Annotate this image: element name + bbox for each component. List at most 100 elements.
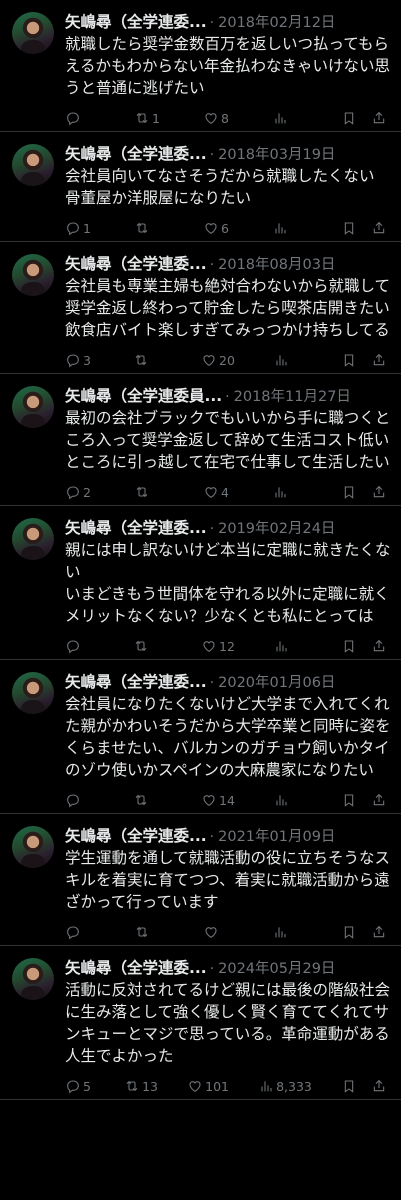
tweet-date[interactable]: 2018年02月12日: [218, 11, 335, 32]
like-button[interactable]: [203, 924, 233, 940]
tweet[interactable]: 矢嶋尋（全学連委... · 2020年01月06日 会社員になりたくないけど大学…: [0, 660, 401, 814]
avatar[interactable]: [12, 144, 54, 186]
bookmark-icon: [344, 112, 354, 125]
tweet-date[interactable]: 2020年01月06日: [218, 671, 335, 692]
action-bar: 5 13 101 8,333: [65, 1073, 391, 1099]
like-button[interactable]: 14: [201, 792, 235, 808]
like-button[interactable]: 20: [201, 352, 235, 368]
reply-count: 5: [83, 1078, 91, 1094]
share-button[interactable]: [371, 352, 387, 368]
retweet-button[interactable]: 1: [134, 110, 164, 126]
display-name[interactable]: 矢嶋尋（全学連委...: [65, 516, 207, 538]
display-name[interactable]: 矢嶋尋（全学連委...: [65, 252, 207, 274]
share-button[interactable]: [371, 638, 387, 654]
tweet-date[interactable]: 2018年11月27日: [234, 385, 351, 406]
tweet[interactable]: 矢嶋尋（全学連委... · 2018年03月19日 会社員向いてなさそうだから就…: [0, 132, 401, 242]
retweet-button[interactable]: [133, 638, 163, 654]
tweet[interactable]: 矢嶋尋（全学連委員... · 2018年11月27日 最初の会社ブラックでもいい…: [0, 374, 401, 506]
tweet[interactable]: 矢嶋尋（全学連委... · 2024年05月29日 活動に反対されてるけど親には…: [0, 946, 401, 1100]
bookmark-button[interactable]: [341, 638, 357, 654]
tweet-date[interactable]: 2018年08月03日: [218, 253, 335, 274]
avatar[interactable]: [12, 672, 54, 714]
bookmark-button[interactable]: [341, 924, 357, 940]
share-button[interactable]: [371, 220, 387, 236]
views-button[interactable]: [272, 924, 302, 940]
views-button[interactable]: [273, 792, 303, 808]
bookmark-icon: [344, 1080, 354, 1093]
bookmark-button[interactable]: [341, 792, 357, 808]
reply-button[interactable]: 3: [65, 352, 95, 368]
like-button[interactable]: 6: [203, 220, 233, 236]
retweet-button[interactable]: [134, 924, 164, 940]
avatar[interactable]: [12, 518, 54, 560]
tweet-header: 矢嶋尋（全学連委... · 2018年03月19日: [65, 142, 391, 164]
reply-button[interactable]: [65, 110, 95, 126]
reply-button[interactable]: 5: [65, 1078, 95, 1094]
reply-button[interactable]: [65, 638, 95, 654]
display-name[interactable]: 矢嶋尋（全学連委...: [65, 956, 207, 978]
retweet-button[interactable]: [133, 352, 163, 368]
heart-icon: [205, 223, 217, 234]
share-icon: [373, 111, 385, 124]
views-button[interactable]: [273, 352, 303, 368]
display-name[interactable]: 矢嶋尋（全学連委...: [65, 670, 207, 692]
like-button[interactable]: 8: [203, 110, 233, 126]
views-icon: [276, 795, 287, 806]
share-button[interactable]: [371, 484, 387, 500]
avatar[interactable]: [12, 386, 54, 428]
like-count: 8: [221, 110, 229, 126]
reply-button[interactable]: 2: [65, 484, 95, 500]
views-icon: [276, 641, 287, 652]
retweet-icon: [135, 354, 147, 366]
display-name[interactable]: 矢嶋尋（全学連委員...: [65, 384, 222, 406]
tweet[interactable]: 矢嶋尋（全学連委... · 2018年02月12日 就職したら奨学金数百万を返し…: [0, 0, 401, 132]
retweet-button[interactable]: [134, 220, 164, 236]
retweet-button[interactable]: 13: [124, 1078, 158, 1094]
share-button[interactable]: [371, 792, 387, 808]
tweet-date[interactable]: 2024年05月29日: [218, 957, 335, 978]
tweet-text: 最初の会社ブラックでもいいから手に職つくところ入って奨学金返して辞めて生活コスト…: [65, 409, 391, 471]
avatar[interactable]: [12, 12, 54, 54]
bookmark-button[interactable]: [341, 220, 357, 236]
views-button[interactable]: [272, 220, 302, 236]
heart-icon: [189, 1081, 201, 1092]
tweet-date[interactable]: 2018年03月19日: [218, 143, 335, 164]
like-button[interactable]: 101: [187, 1078, 229, 1094]
reply-button[interactable]: [65, 924, 95, 940]
like-button[interactable]: 4: [203, 484, 233, 500]
bookmark-button[interactable]: [341, 484, 357, 500]
display-name[interactable]: 矢嶋尋（全学連委...: [65, 142, 207, 164]
views-icon: [276, 355, 287, 366]
tweet[interactable]: 矢嶋尋（全学連委... · 2021年01月09日 学生運動を通して就職活動の役…: [0, 814, 401, 946]
views-button[interactable]: [273, 638, 303, 654]
display-name[interactable]: 矢嶋尋（全学連委...: [65, 10, 207, 32]
share-icon: [373, 793, 385, 806]
bookmark-button[interactable]: [341, 110, 357, 126]
tweet-header: 矢嶋尋（全学連委... · 2021年01月09日: [65, 824, 391, 846]
views-count: 8,333: [276, 1078, 312, 1094]
avatar[interactable]: [12, 826, 54, 868]
avatar[interactable]: [12, 958, 54, 1000]
reply-icon: [67, 1080, 79, 1094]
reply-button[interactable]: [65, 792, 95, 808]
share-button[interactable]: [371, 110, 387, 126]
views-button[interactable]: [272, 110, 302, 126]
retweet-button[interactable]: [134, 484, 164, 500]
separator-dot: ·: [209, 675, 215, 691]
display-name[interactable]: 矢嶋尋（全学連委...: [65, 824, 207, 846]
like-button[interactable]: 12: [201, 638, 235, 654]
tweet-date[interactable]: 2021年01月09日: [218, 825, 335, 846]
bookmark-button[interactable]: [341, 1078, 357, 1094]
avatar[interactable]: [12, 254, 54, 296]
retweet-button[interactable]: [133, 792, 163, 808]
tweet-date[interactable]: 2019年02月24日: [218, 517, 335, 538]
share-button[interactable]: [371, 1078, 387, 1094]
share-button[interactable]: [371, 924, 387, 940]
views-button[interactable]: [272, 484, 302, 500]
tweet[interactable]: 矢嶋尋（全学連委... · 2018年08月03日 会社員も専業主婦も絶対合わな…: [0, 242, 401, 374]
tweet-text: 就職したら奨学金数百万を返しいつ払ってもらえるかもわからない年金払わなきゃいけな…: [65, 35, 391, 97]
bookmark-button[interactable]: [341, 352, 357, 368]
tweet[interactable]: 矢嶋尋（全学連委... · 2019年02月24日 親には申し訳ないけど本当に定…: [0, 506, 401, 660]
views-button[interactable]: 8,333: [258, 1078, 312, 1094]
reply-button[interactable]: 1: [65, 220, 95, 236]
